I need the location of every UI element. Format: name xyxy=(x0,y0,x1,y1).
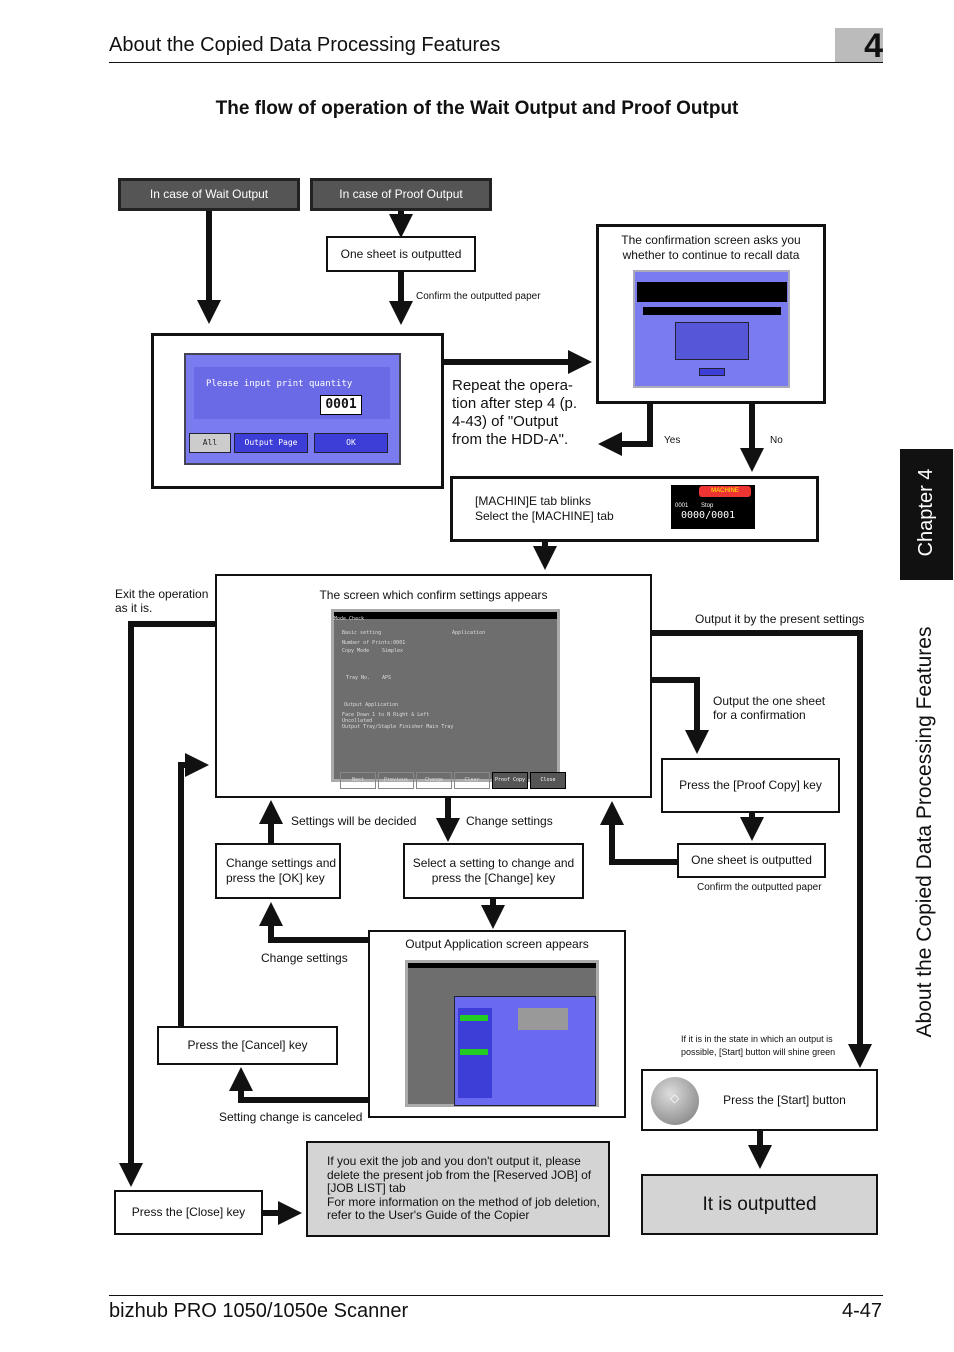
proof-copy-button[interactable]: Proof Copy xyxy=(492,772,528,789)
start-button-icon: ◇ xyxy=(651,1077,699,1125)
mode-check-screen: Mode Check Basic setting Application Num… xyxy=(331,609,566,789)
settings-decided-label: Settings will be decided xyxy=(291,814,417,828)
arrow xyxy=(598,404,653,456)
counter: 0000/0001 xyxy=(681,510,736,521)
close-button[interactable]: Close xyxy=(530,772,566,789)
press-start-label: Press the [Start] button xyxy=(723,1092,846,1107)
output-application-screen-image xyxy=(405,960,599,1107)
it-is-outputted-box: It is outputted xyxy=(641,1174,878,1235)
application-tab[interactable]: Application xyxy=(452,626,485,641)
mode-check-title: Mode Check xyxy=(334,612,557,622)
machine-tab-box: [MACHIN]E tab blinks Select the [MACHINE… xyxy=(450,476,819,542)
clear-button[interactable]: Clear xyxy=(454,772,490,789)
page: About the Copied Data Processing Feature… xyxy=(0,0,954,1352)
no-label: No xyxy=(770,435,783,446)
repeat-instruction: Repeat the opera-tion after step 4 (p. 4… xyxy=(452,377,578,448)
all-button[interactable]: All xyxy=(189,433,231,453)
ok-button[interactable]: OK xyxy=(314,433,388,453)
output-application-label: Output Application screen appears xyxy=(405,937,589,951)
select-machine-tab: Select the [MACHINE] tab xyxy=(475,509,614,523)
quantity-value[interactable]: 0001 xyxy=(320,395,362,415)
tray-button[interactable]: Tray No. xyxy=(346,671,370,686)
change-ok-box: Change settings and press the [OK] key xyxy=(215,843,341,899)
arrow xyxy=(229,1067,368,1103)
copy-mode-value: Simplex xyxy=(382,648,404,654)
arrow xyxy=(119,621,215,1187)
machine-tab-image: MACHINE 0001 Stop 0000/0001 xyxy=(671,485,755,529)
change-settings-label: Change settings xyxy=(466,814,553,828)
arrow xyxy=(652,677,709,754)
footer-product: bizhub PRO 1050/1050e Scanner xyxy=(109,1300,409,1322)
press-close-box: Press the [Close] key xyxy=(114,1190,263,1235)
output-info: Output Tray/Staple Finisher Main Tray xyxy=(342,724,454,730)
arrow xyxy=(600,801,677,865)
one-sheet-outputted-right-box: One sheet is outputted xyxy=(677,843,826,878)
one-sheet-outputted-box: One sheet is outputted xyxy=(326,236,476,272)
press-start-box: ◇ Press the [Start] button xyxy=(641,1069,878,1131)
quantity-prompt: Please input print quantity xyxy=(206,379,353,389)
output-present-label: Output it by the present settings xyxy=(695,612,865,626)
machine-tab[interactable]: MACHINE xyxy=(699,486,751,497)
confirmation-screen-label: The confirmation screen asks you whether… xyxy=(621,233,801,262)
print-quantity-screen: Please input print quantity 0001 All Out… xyxy=(184,353,401,465)
arrow xyxy=(178,753,209,1026)
confirm-paper-right-label: Confirm the outputted paper xyxy=(697,882,822,893)
machine-tab-blinks: [MACHIN]E tab blinks xyxy=(475,494,592,508)
confirm-settings-label: The screen which confirm settings appear… xyxy=(319,588,548,602)
press-proof-copy-box: Press the [Proof Copy] key xyxy=(661,758,840,813)
wait-output-box: In case of Wait Output xyxy=(118,178,300,211)
note-box: If you exit the job and you don't output… xyxy=(306,1141,610,1237)
output-page-button[interactable]: Output Page xyxy=(234,433,308,453)
print-quantity-box: Please input print quantity 0001 All Out… xyxy=(151,333,444,489)
confirm-settings-box: The screen which confirm settings appear… xyxy=(215,574,652,798)
output-one-sheet-label: Output the one sheet for a confirmation xyxy=(713,694,826,722)
start-note: If it is in the state in which an output… xyxy=(681,1034,836,1057)
setting-canceled-label: Setting change is canceled xyxy=(219,1110,363,1124)
confirmation-screen-box: The confirmation screen asks you whether… xyxy=(596,224,826,404)
footer-rule xyxy=(109,1295,883,1296)
press-cancel-box: Press the [Cancel] key xyxy=(157,1026,338,1065)
page-number: 4-47 xyxy=(841,1300,882,1322)
exit-operation-label: Exit the operation as it is. xyxy=(115,587,209,615)
confirm-paper-label: Confirm the outputted paper xyxy=(416,291,541,302)
tray-value: APS xyxy=(382,675,392,681)
arrow xyxy=(259,902,368,943)
yes-label: Yes xyxy=(664,435,681,446)
output-application-box: Output Application screen appears xyxy=(368,930,626,1118)
recall-confirm-screen-image xyxy=(633,270,790,388)
select-change-box: Select a setting to change and press the… xyxy=(403,843,584,899)
change-button[interactable]: Change xyxy=(416,772,452,789)
next-button[interactable]: Next xyxy=(340,772,376,789)
copy-mode-button[interactable]: Copy Mode xyxy=(342,644,369,659)
change-settings-label-2: Change settings xyxy=(261,951,348,965)
proof-output-box: In case of Proof Output xyxy=(310,178,492,211)
previous-button[interactable]: Previous xyxy=(378,772,414,789)
